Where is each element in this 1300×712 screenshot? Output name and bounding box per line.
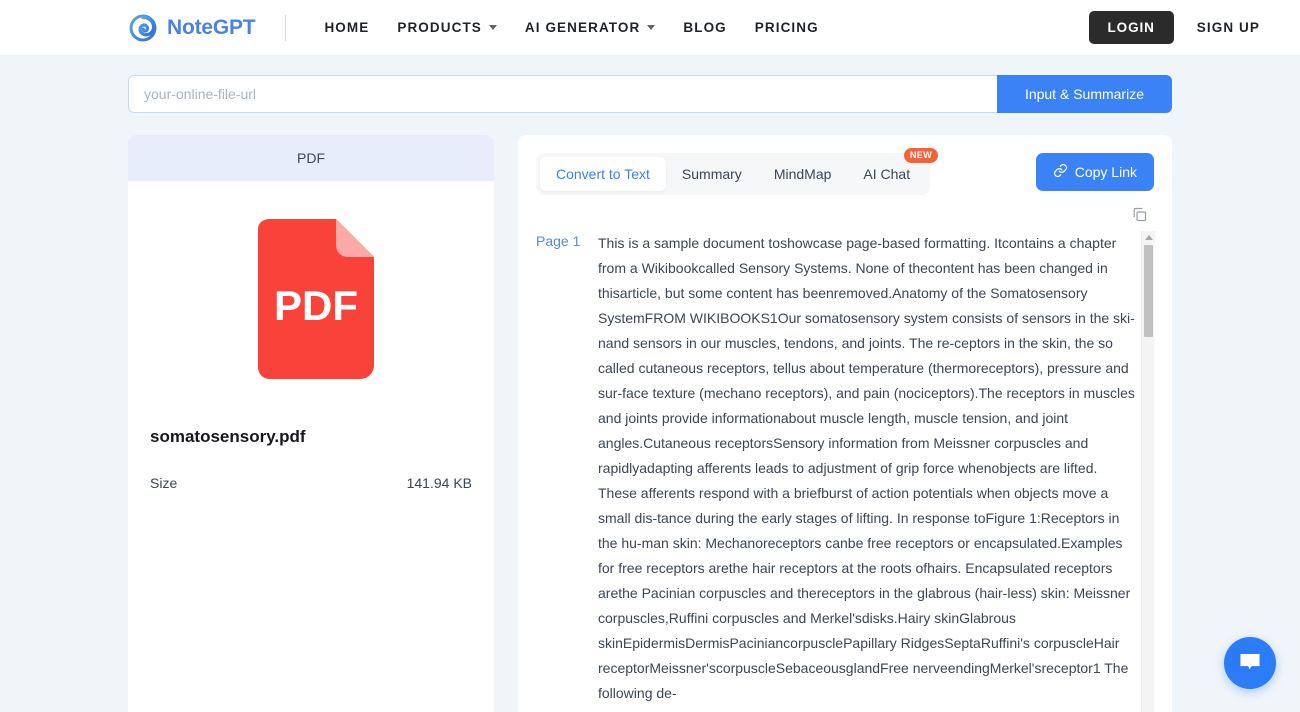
page-number-label: Page 1 bbox=[536, 233, 581, 249]
url-input-bar: Input & Summarize bbox=[0, 56, 1300, 113]
tab-summary[interactable]: Summary bbox=[666, 157, 758, 191]
tab-mindmap[interactable]: MindMap bbox=[758, 157, 848, 191]
spiral-logo-icon bbox=[128, 13, 158, 43]
file-card-body: PDF somatosensory.pdf Size 141.94 KB bbox=[128, 181, 494, 491]
chevron-down-icon bbox=[488, 25, 497, 30]
nav-item-pricing[interactable]: PRICING bbox=[741, 14, 833, 41]
view-tabs: Convert to Text Summary MindMap AI Chat … bbox=[536, 148, 939, 195]
nav-label-pricing: PRICING bbox=[754, 20, 819, 35]
content-panel: Convert to Text Summary MindMap AI Chat … bbox=[518, 135, 1172, 712]
header-actions: LOGIN SIGN UP bbox=[1088, 11, 1266, 44]
nav-label-ai-generator: AI GENERATOR bbox=[524, 20, 641, 35]
header-divider bbox=[285, 14, 287, 41]
scroll-up-arrow-icon[interactable] bbox=[1142, 231, 1155, 244]
file-type-label: PDF bbox=[297, 150, 325, 166]
document-text-area: Page 1 This is a sample document toshowc… bbox=[536, 231, 1155, 712]
login-button[interactable]: LOGIN bbox=[1088, 11, 1174, 44]
new-badge: NEW bbox=[903, 148, 939, 163]
file-url-input[interactable] bbox=[128, 75, 997, 113]
tab-label-mindmap: MindMap bbox=[773, 166, 832, 182]
file-size-value: 141.94 KB bbox=[406, 475, 472, 491]
chat-bubble-icon bbox=[1237, 649, 1263, 678]
main-content: PDF PDF somatosensory.pdf Size 141.94 KB bbox=[0, 113, 1300, 712]
brand-name: NoteGPT bbox=[167, 15, 256, 39]
copy-link-button[interactable]: Copy Link bbox=[1035, 153, 1154, 191]
tab-ai-chat[interactable]: AI Chat NEW bbox=[847, 148, 939, 191]
file-name-label: somatosensory.pdf bbox=[150, 427, 306, 446]
nav-label-blog: BLOG bbox=[683, 20, 727, 35]
nav-label-home: HOME bbox=[324, 20, 370, 35]
tab-label-convert-to-text: Convert to Text bbox=[556, 166, 650, 182]
copy-icon bbox=[1131, 207, 1148, 226]
content-toolbar: Convert to Text Summary MindMap AI Chat … bbox=[536, 148, 1154, 195]
input-and-summarize-button[interactable]: Input & Summarize bbox=[996, 75, 1172, 113]
brand-logo[interactable]: NoteGPT bbox=[128, 13, 256, 43]
site-header: NoteGPT HOME PRODUCTS AI GENERATOR BLOG … bbox=[0, 0, 1300, 56]
tab-convert-to-text[interactable]: Convert to Text bbox=[540, 157, 666, 191]
signup-button[interactable]: SIGN UP bbox=[1191, 19, 1266, 36]
scrollbar-thumb[interactable] bbox=[1143, 245, 1153, 337]
copy-link-label: Copy Link bbox=[1074, 164, 1137, 180]
file-size-label: Size bbox=[150, 475, 178, 491]
nav-label-products: PRODUCTS bbox=[397, 20, 482, 35]
nav-item-products[interactable]: PRODUCTS bbox=[383, 14, 511, 41]
copy-text-row bbox=[536, 195, 1154, 227]
svg-text:PDF: PDF bbox=[274, 282, 358, 329]
pdf-icon-container: PDF bbox=[150, 215, 472, 392]
nav-item-ai-generator[interactable]: AI GENERATOR bbox=[511, 14, 669, 41]
tab-label-ai-chat: AI Chat bbox=[863, 166, 911, 182]
document-body-text: This is a sample document toshowcase pag… bbox=[598, 235, 1135, 701]
text-scrollbar[interactable] bbox=[1141, 231, 1155, 712]
primary-nav: HOME PRODUCTS AI GENERATOR BLOG PRICING bbox=[310, 14, 832, 41]
nav-item-blog[interactable]: BLOG bbox=[669, 14, 740, 41]
copy-text-button[interactable] bbox=[1129, 204, 1150, 225]
file-preview-card: PDF PDF somatosensory.pdf Size 141.94 KB bbox=[128, 135, 494, 712]
nav-item-home[interactable]: HOME bbox=[310, 14, 383, 41]
file-size-row: Size 141.94 KB bbox=[150, 475, 472, 491]
file-type-header: PDF bbox=[128, 135, 494, 181]
tab-label-summary: Summary bbox=[681, 166, 742, 182]
pdf-file-icon: PDF bbox=[244, 215, 378, 392]
link-icon bbox=[1053, 163, 1068, 181]
chat-support-button[interactable] bbox=[1224, 637, 1276, 689]
chevron-down-icon bbox=[647, 25, 656, 30]
